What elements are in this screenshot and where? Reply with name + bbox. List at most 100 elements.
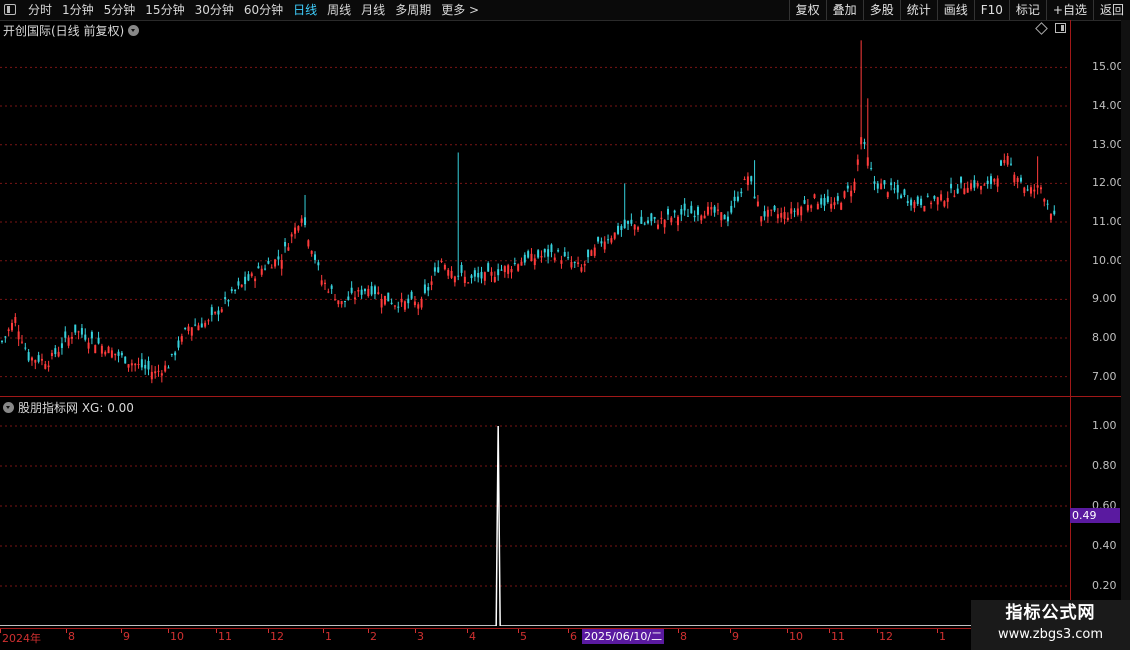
candle-body [793,210,796,212]
candle-body [700,215,703,221]
candle-body [1046,203,1049,205]
candle-body [770,209,773,211]
candle-body [990,176,993,185]
candle-body [733,196,736,202]
candle-body [806,204,809,211]
candle-body [144,364,147,369]
date-tick-mark [877,629,878,633]
indicator-line [0,425,1070,626]
date-axis: 2024年 8 9 10 11 12 1 2 3 4 5 6 8 9 10 11 12 1 [0,628,1130,645]
toolbar-action-8[interactable]: 返回 [1092,0,1130,20]
candle-body [294,227,297,234]
candle-body [543,249,546,253]
candlestick-chart[interactable] [0,21,1070,396]
candle-body [706,206,709,215]
candle-body [130,363,133,366]
candle-body [500,269,503,271]
period-tab-8[interactable]: 月线 [357,0,389,20]
candle-body [363,288,366,292]
candle-body [720,212,723,221]
period-tab-9[interactable]: 多周期 [391,0,435,20]
candle-body [833,202,836,206]
indicator-tick-label: 1.00 [1092,419,1117,432]
date-tick-label: 8 [680,630,687,643]
candle-body [190,327,193,336]
period-tab-7[interactable]: 周线 [323,0,355,20]
date-tick-label: 2 [370,630,377,643]
period-tab-1[interactable]: 1分钟 [58,0,98,20]
indicator-chart[interactable] [0,398,1070,626]
date-tick-mark [467,629,468,633]
candle-body [723,214,726,220]
candle-body [350,287,353,293]
candle-body [450,270,453,278]
period-tab-4[interactable]: 30分钟 [191,0,238,20]
date-tick-mark [829,629,830,633]
period-tab-10[interactable]: 更多 > [437,0,483,20]
date-tick-label: 12 [270,630,284,643]
candle-body [280,260,283,269]
candle-body [443,264,446,270]
candle-body [437,267,440,273]
candle-body [836,196,839,201]
toolbar-action-4[interactable]: 画线 [936,0,974,20]
candle-body [110,350,113,358]
candle-body [890,182,893,186]
candle-body [710,207,713,210]
toolbar-action-1[interactable]: 叠加 [825,0,863,20]
candle-body [800,206,803,216]
toolbar-action-2[interactable]: 多股 [862,0,900,20]
toolbar-action-3[interactable]: 统计 [899,0,937,20]
candle-body [726,216,729,222]
date-tick-label: 1 [939,630,946,643]
candle-body [157,370,160,372]
candle-body [647,220,650,224]
price-tick-label: 15.00 [1092,60,1124,74]
candle-body [483,272,486,281]
candle-body [980,186,983,190]
candle-body [334,299,336,301]
window-menu-icon[interactable] [4,4,16,15]
candle-body [317,262,320,266]
toolbar-action-7[interactable]: +自选 [1045,0,1093,20]
period-tab-6[interactable]: 日线 [289,0,321,20]
candle-body [850,190,853,197]
candle-body [347,296,350,301]
candle-body [114,353,117,356]
candle-body [154,371,157,374]
candle-body [513,262,516,264]
candle-body [37,355,40,362]
date-tick-mark [268,629,269,633]
candle-body [573,261,576,263]
candle-body [460,264,463,273]
candle-body [440,260,443,263]
candle-body [510,269,513,273]
period-tab-5[interactable]: 60分钟 [240,0,287,20]
candle-body [4,336,7,338]
toolbar-action-0[interactable]: 复权 [788,0,826,20]
candle-body [97,337,100,344]
date-tick-mark [518,629,519,633]
candle-body [893,188,896,190]
candle-body [167,367,170,369]
candle-body [683,203,686,211]
candle-body [24,347,27,349]
period-tab-3[interactable]: 15分钟 [141,0,188,20]
candle-body [690,205,693,214]
candle-body [567,257,570,259]
date-tick-label: 9 [732,630,739,643]
date-tick-label: 3 [417,630,424,643]
period-tab-0[interactable]: 分时 [24,0,56,20]
period-tab-2[interactable]: 5分钟 [100,0,140,20]
date-tick-label: 10 [789,630,803,643]
candle-body [44,364,47,369]
toolbar-action-5[interactable]: F10 [973,0,1009,20]
candle-body [324,282,327,284]
toolbar-action-6[interactable]: 标记 [1008,0,1046,20]
candle-body [866,157,869,166]
candle-body [653,217,656,219]
candle-body [377,292,380,295]
candle-body [803,200,806,204]
candle-body [883,180,886,185]
candle-body [453,276,456,283]
